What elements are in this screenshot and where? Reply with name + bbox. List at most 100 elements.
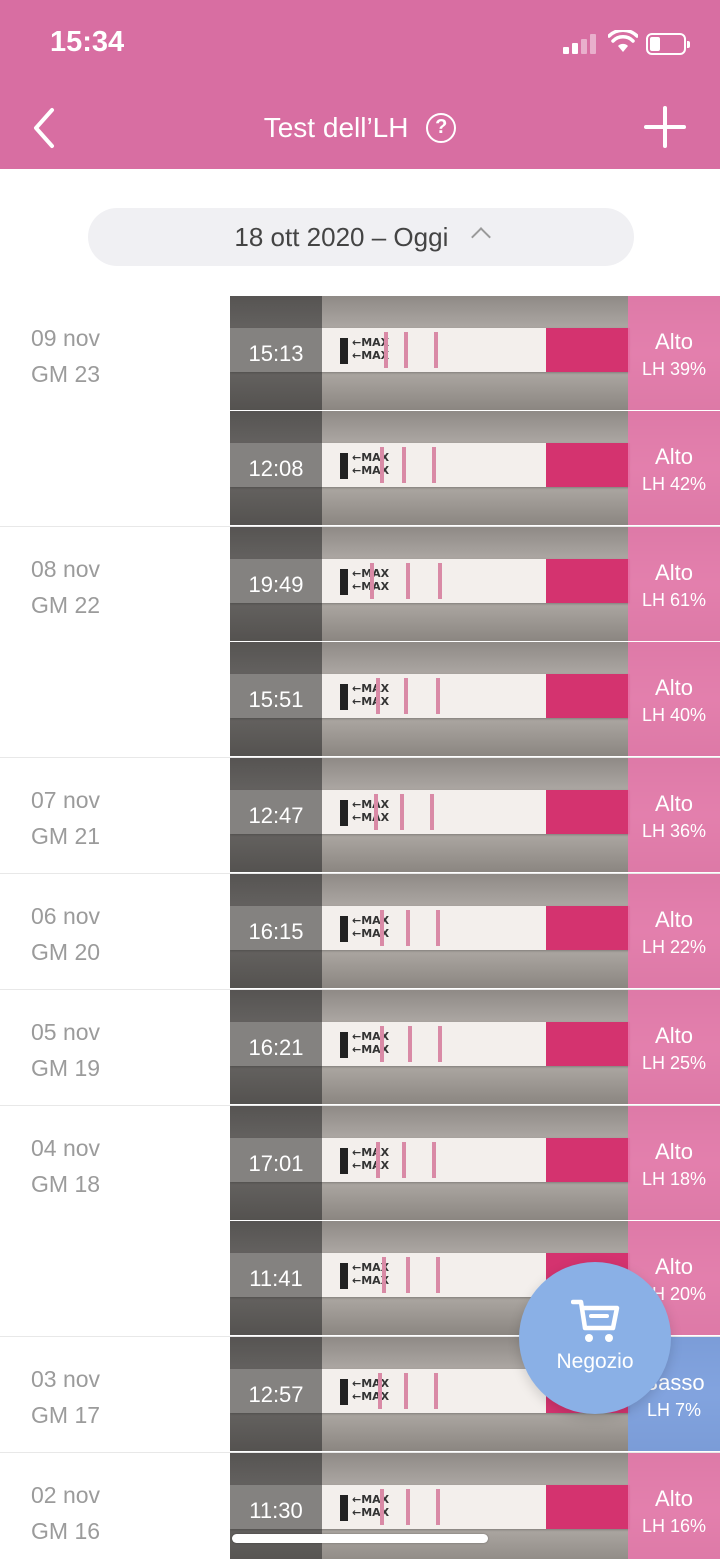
add-test-button[interactable] — [640, 102, 690, 152]
strip-band — [436, 910, 440, 946]
day-date: 03 nov — [31, 1366, 101, 1392]
strip-marker-bar — [340, 569, 348, 595]
cycle-day: GM 16 — [31, 1518, 101, 1544]
test-row[interactable]: ←MAX ←MAX 11:30 Alto LH 16% — [230, 1453, 720, 1559]
strip-handle — [546, 1138, 630, 1182]
day-group: 08 nov GM 22 ←MAX←MAX 19:49 Alto LH 61% ←MAX←M… — [0, 526, 720, 757]
test-time: 17:01 — [230, 1106, 322, 1220]
day-label: 05 nov GM 19 — [0, 990, 230, 1086]
strip-band — [380, 910, 384, 946]
strip-marker-bar — [340, 1379, 348, 1405]
page-title: Test dell’LH — [263, 111, 409, 143]
strip-marker-bar — [340, 684, 348, 710]
battery-icon — [646, 33, 690, 55]
day-date: 08 nov — [31, 556, 101, 582]
strip-band — [380, 1026, 384, 1062]
test-row[interactable]: ←MAX ←MAX 12:47 Alto LH 36% — [230, 758, 720, 873]
result-level: Alto — [655, 907, 693, 932]
cycle-day: GM 19 — [31, 1055, 101, 1081]
date-range-label: 18 ott 2020 – Oggi — [234, 222, 449, 252]
test-result: Alto LH 40% — [628, 642, 720, 756]
test-row[interactable]: ←MAX ←MAX 16:15 Alto LH 22% — [230, 874, 720, 989]
test-row[interactable]: ←MAX ←MAX 15:13 Alto LH 39% — [230, 296, 720, 411]
cycle-day: GM 21 — [31, 823, 101, 849]
strip-band — [404, 1373, 408, 1409]
home-indicator[interactable] — [232, 1534, 488, 1543]
result-level: Alto — [655, 444, 693, 469]
strip-band — [438, 563, 442, 599]
strip-band — [432, 1142, 436, 1178]
strip-band — [432, 447, 436, 483]
strip-max-label: ←MAX←MAX — [352, 682, 390, 708]
strip-handle — [546, 559, 630, 603]
strip-band — [400, 794, 404, 830]
wifi-icon — [608, 30, 638, 52]
result-lh-percent: LH 25% — [641, 1053, 707, 1073]
strip-band — [408, 1026, 412, 1062]
shop-label: Negozio — [556, 1350, 634, 1373]
test-time: 16:21 — [230, 990, 322, 1104]
day-group: 05 nov GM 19 ←MAX ←MAX 16:21 Alto LH 25% — [0, 989, 720, 1105]
strip-marker-bar — [340, 1148, 348, 1174]
result-lh-percent: LH 42% — [641, 474, 707, 494]
day-date: 04 nov — [31, 1135, 101, 1161]
status-time: 15:34 — [50, 26, 125, 58]
test-time: 11:30 — [230, 1453, 322, 1559]
day-label: 03 nov GM 17 — [0, 1337, 230, 1433]
help-icon[interactable]: ? — [426, 112, 457, 143]
cellular-signal-icon — [563, 34, 599, 54]
day-date: 02 nov — [31, 1482, 101, 1508]
test-time: 12:08 — [230, 411, 322, 525]
strip-band — [430, 794, 434, 830]
strip-band — [406, 563, 410, 599]
strip-band — [434, 1373, 438, 1409]
day-group: 06 nov GM 20 ←MAX ←MAX 16:15 Alto LH 22% — [0, 873, 720, 989]
strip-band — [436, 678, 440, 714]
strip-handle — [546, 443, 630, 487]
date-range-selector[interactable]: 18 ott 2020 – Oggi — [88, 208, 634, 266]
strip-max-label: ←MAX←MAX — [352, 1377, 390, 1403]
result-lh-percent: LH 7% — [646, 1400, 702, 1420]
strip-handle — [546, 906, 630, 950]
test-row[interactable]: ←MAX ←MAX 15:51 Alto LH 40% — [230, 642, 720, 757]
test-row[interactable]: ←MAX ←MAX 16:21 Alto LH 25% — [230, 990, 720, 1105]
result-level: Alto — [655, 1486, 693, 1511]
strip-handle — [546, 1022, 630, 1066]
result-level: Alto — [655, 1254, 693, 1279]
day-label: 02 nov GM 16 — [0, 1453, 230, 1549]
strip-marker-bar — [340, 916, 348, 942]
day-date: 07 nov — [31, 787, 101, 813]
result-level: Alto — [655, 675, 693, 700]
cycle-day: GM 22 — [31, 592, 101, 618]
strip-max-label: ←MAX←MAX — [352, 798, 390, 824]
strip-max-label: ←MAX←MAX — [352, 1146, 390, 1172]
strip-band — [376, 678, 380, 714]
strip-band — [378, 1373, 382, 1409]
test-time: 15:13 — [230, 296, 322, 410]
result-lh-percent: LH 16% — [641, 1516, 707, 1536]
app-header: 15:34 Test dell’LH ? — [0, 0, 720, 169]
result-lh-percent: LH 18% — [641, 1169, 707, 1189]
test-row[interactable]: ←MAX←MAX19:49AltoLH 61% — [230, 527, 720, 642]
cycle-day: GM 20 — [31, 939, 101, 965]
test-result: Alto LH 18% — [628, 1106, 720, 1220]
test-row[interactable]: ←MAX ←MAX 12:08 Alto LH 42% — [230, 411, 720, 526]
strip-handle — [546, 328, 630, 372]
day-label: 04 nov GM 18 — [0, 1106, 230, 1202]
day-label: 06 nov GM 20 — [0, 874, 230, 970]
result-level: Alto — [655, 791, 693, 816]
chevron-up-icon — [470, 227, 491, 247]
result-lh-percent: LH 40% — [641, 705, 707, 725]
strip-band — [402, 447, 406, 483]
cycle-day: GM 18 — [31, 1171, 101, 1197]
test-time: 16:15 — [230, 874, 322, 988]
day-date: 06 nov — [31, 903, 101, 929]
day-group: 09 nov GM 23 ←MAX ←MAX 15:13 Alto LH 39% ←MAX ←M… — [0, 296, 720, 526]
strip-band — [402, 1142, 406, 1178]
day-label: 08 nov GM 22 — [0, 527, 230, 623]
test-row[interactable]: ←MAX ←MAX 17:01 Alto LH 18% — [230, 1106, 720, 1221]
shop-button[interactable]: Negozio — [519, 1262, 671, 1414]
result-lh-percent: LH 36% — [641, 821, 707, 841]
strip-handle — [546, 790, 630, 834]
strip-band — [384, 332, 388, 368]
